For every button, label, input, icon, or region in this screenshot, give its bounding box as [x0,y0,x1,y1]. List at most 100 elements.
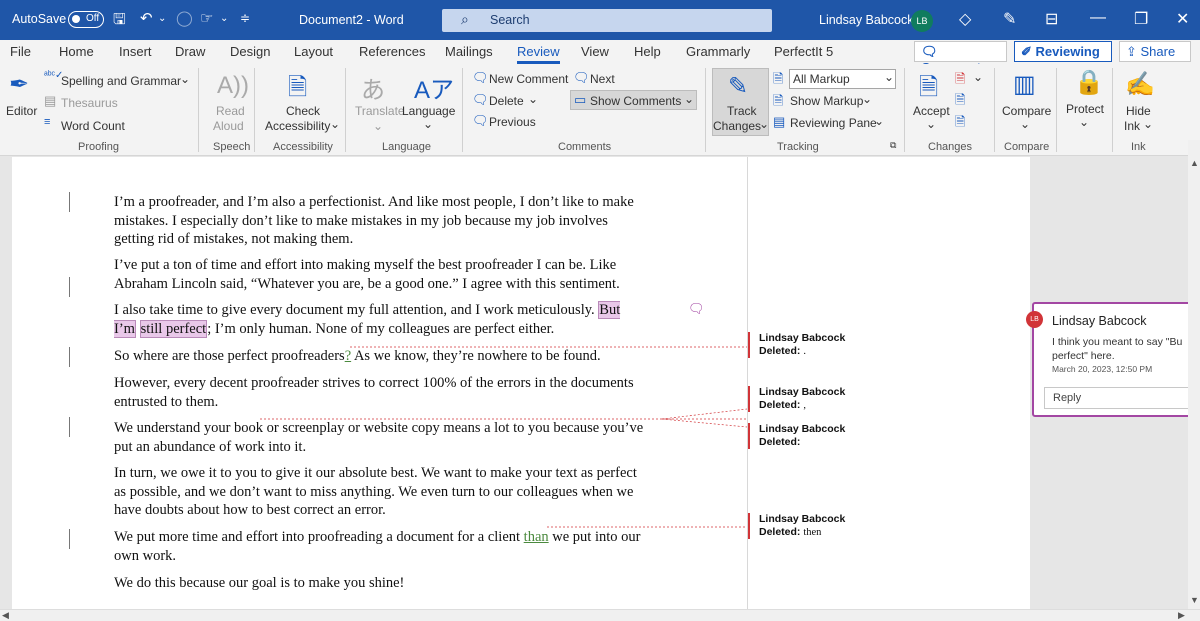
tracking-dialog-launcher-icon[interactable]: ⧉ [890,140,896,151]
tab-home[interactable]: Home [59,44,94,59]
group-label-proofing: Proofing [78,141,119,153]
delete-dropdown-icon[interactable]: ⌄ [528,92,538,106]
show-markup-button[interactable]: Show Markup [790,94,863,108]
protect-icon[interactable]: 🔒 [1074,68,1104,97]
document-page[interactable]: I’m a proofreader, and I’m also a perfec… [12,157,748,609]
group-label-ink: Ink [1131,141,1146,153]
accept-dropdown-icon[interactable]: ⌄ [926,117,936,131]
reply-input[interactable]: Reply [1044,387,1188,409]
show-comments-dropdown-icon[interactable]: ⌄ [684,92,694,106]
track-changes-icon: ✎ [728,73,749,100]
hide-ink-label-1[interactable]: Hide [1126,104,1151,118]
comment-text: I think you meant to say "Bu perfect" he… [1052,335,1182,363]
share-button[interactable]: ⇪ Share [1119,41,1191,62]
markup-area: Lindsay Babcock Deleted: . Lindsay Babco… [747,157,1030,609]
save-icon[interactable]: 🖫 [113,9,126,34]
check-accessibility-label-2[interactable]: Accessibility [265,119,330,133]
tab-help[interactable]: Help [634,44,661,59]
search-icon: ⌕ [461,11,469,27]
new-comment-button[interactable]: New Comment [489,72,568,86]
delete-comment-button[interactable]: Delete [489,94,524,108]
previous-change-icon[interactable]: 🗎 [955,91,965,113]
balloon-deleted-text: then [803,527,822,538]
reject-dropdown-icon[interactable]: ⌄ [973,70,983,84]
scroll-up-icon[interactable]: ▲ [1190,158,1199,168]
reviewing-pane-dropdown-icon[interactable]: ⌄ [874,114,884,128]
compare-dropdown-icon[interactable]: ⌄ [1020,117,1030,131]
pen-icon[interactable]: ✎ [1003,9,1016,29]
separator [994,68,995,152]
tab-review[interactable]: Review [517,44,560,64]
diamond-icon[interactable]: ◇ [959,9,971,29]
ribbon-display-icon[interactable]: ⊟ [1045,9,1058,29]
comment-card[interactable]: LB Lindsay Babcock I think you meant to … [1026,302,1188,417]
next-change-icon[interactable]: 🗎 [955,113,965,135]
tab-design[interactable]: Design [230,44,270,59]
tab-draw[interactable]: Draw [175,44,205,59]
separator [462,68,463,152]
avatar[interactable]: LB [911,10,933,32]
reviewing-pane-button[interactable]: Reviewing Pane [790,116,877,130]
scroll-right-icon[interactable]: ▶ [1178,610,1185,621]
previous-comment-button[interactable]: Previous [489,115,536,129]
markup-connectors [260,346,748,528]
track-changes-dropdown-icon[interactable]: ⌄ [759,117,769,131]
language-button[interactable]: Language [402,104,455,118]
tab-grammarly[interactable]: Grammarly [686,44,750,59]
tab-file[interactable]: File [10,44,31,59]
compare-icon[interactable]: ▥ [1013,70,1036,99]
word-count-button[interactable]: Word Count [61,119,125,133]
accept-button[interactable]: Accept [913,104,950,118]
reviewing-button-label: Reviewing [1035,44,1100,59]
accessibility-dropdown-icon[interactable]: ⌄ [330,117,340,131]
deletion-balloon[interactable]: Lindsay Babcock Deleted: . [748,332,878,358]
reviewing-mode-button[interactable]: ✐ Reviewing ⌄ [1014,41,1112,75]
search-box[interactable]: ⌕ Search [442,9,772,32]
undo-dropdown-icon[interactable]: ⌄ [158,13,166,24]
deletion-balloon[interactable]: Lindsay Babcock Deleted: [748,423,878,449]
vertical-scrollbar[interactable]: ▲ ▼ [1188,140,1200,609]
show-markup-dropdown-icon[interactable]: ⌄ [862,92,872,106]
check-accessibility-label-1[interactable]: Check [286,104,320,118]
spelling-dropdown-icon[interactable]: ⌄ [180,72,190,86]
hide-ink-icon[interactable]: ✍ [1125,70,1155,99]
protect-button[interactable]: Protect [1066,102,1104,116]
next-comment-icon: 🗨 [573,70,590,85]
translate-button: Translate [355,104,405,118]
comments-button[interactable]: 🗨 Comments [914,41,1007,75]
language-dropdown-icon[interactable]: ⌄ [423,117,433,131]
user-name[interactable]: Lindsay Babcock [819,13,914,27]
reject-icon[interactable]: 🗎 [955,70,965,92]
horizontal-scrollbar[interactable]: ◀ ▶ [0,609,1200,621]
spelling-grammar-button[interactable]: Spelling and Grammar [61,74,181,88]
deletion-balloon[interactable]: Lindsay Babcock Deleted: then [748,513,878,539]
restore-icon[interactable]: ❐ [1134,9,1148,29]
tab-layout[interactable]: Layout [294,44,333,59]
customize-toolbar-icon[interactable]: ≑ [240,11,250,25]
touch-mode-icon[interactable]: ☞ [200,9,213,27]
hide-ink-label-2[interactable]: Ink [1124,119,1140,133]
language-icon[interactable]: Aア [414,70,454,105]
protect-dropdown-icon[interactable]: ⌄ [1079,115,1089,129]
compare-button[interactable]: Compare [1002,104,1051,118]
group-label-speech: Speech [213,141,251,153]
tab-mailings[interactable]: Mailings [445,44,493,59]
separator [198,68,199,152]
minimize-icon[interactable]: — [1090,9,1106,27]
next-comment-button[interactable]: Next [590,72,615,86]
close-icon[interactable]: ✕ [1176,9,1189,29]
editor-button[interactable]: Editor [6,104,37,118]
tab-insert[interactable]: Insert [119,44,152,59]
undo-icon[interactable]: ↶ [140,9,153,27]
tab-view[interactable]: View [581,44,609,59]
touch-dropdown-icon[interactable]: ⌄ [220,13,228,24]
deletion-balloon[interactable]: Lindsay Babcock Deleted: , [748,386,878,412]
tab-references[interactable]: References [359,44,425,59]
editor-icon[interactable]: ✒ [9,70,29,99]
hide-ink-dropdown-icon[interactable]: ⌄ [1143,117,1153,131]
scroll-down-icon[interactable]: ▼ [1190,595,1199,605]
markup-dropdown-chevron-icon[interactable]: ⌄ [884,70,894,84]
scroll-left-icon[interactable]: ◀ [2,610,9,621]
tab-perfectit[interactable]: PerfectIt 5 [774,44,833,59]
autosave-toggle[interactable]: Off [68,11,104,28]
